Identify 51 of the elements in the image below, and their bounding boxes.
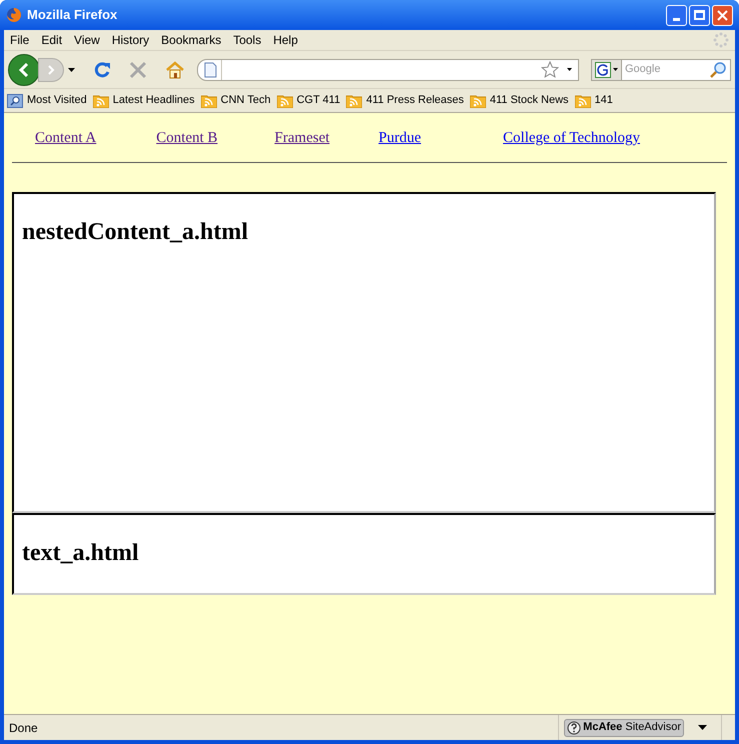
search-engine-icon[interactable]	[595, 62, 611, 78]
nav-link[interactable]: College of Technology	[503, 127, 640, 150]
maximize-button[interactable]	[689, 4, 710, 26]
menu-item[interactable]: Help	[267, 31, 304, 49]
nav-link[interactable]: Content A	[35, 127, 96, 150]
question-mark-icon	[567, 720, 582, 734]
rss-feed-icon	[470, 94, 486, 108]
bookmark-item[interactable]: CNN Tech	[200, 92, 271, 109]
rss-feed-icon	[92, 94, 109, 108]
rss-feed-icon	[346, 94, 362, 108]
search-field[interactable]: Google	[591, 58, 731, 80]
menu-item[interactable]: History	[106, 31, 156, 49]
frame-heading: nestedContent_a.html	[22, 218, 249, 246]
dropdown-arrow-icon[interactable]	[567, 68, 572, 71]
dropdown-arrow-icon[interactable]	[698, 725, 707, 730]
nav-link[interactable]: Content B	[156, 127, 218, 150]
back-button[interactable]	[8, 54, 40, 86]
bookmark-item[interactable]: CGT 411	[276, 92, 340, 109]
browser-logo-icon	[6, 7, 22, 23]
search-icon	[7, 94, 23, 108]
rss-feed-icon	[574, 94, 591, 108]
rss-feed-icon	[276, 94, 293, 108]
menu-item[interactable]: Edit	[35, 31, 68, 49]
nav-link[interactable]: Frameset	[274, 127, 330, 150]
bookmark-item[interactable]: 411 Press Releases	[346, 92, 464, 109]
home-icon[interactable]	[165, 60, 185, 78]
search-input[interactable]: Google	[625, 61, 705, 78]
bookmark-item[interactable]: 411 Stock News	[470, 92, 569, 109]
siteadvisor-button[interactable]: McAfee SiteAdvisor	[564, 718, 684, 736]
menu-item[interactable]: Tools	[227, 31, 268, 49]
star-icon[interactable]	[541, 61, 559, 78]
frame-heading: text_a.html	[22, 538, 140, 568]
bookmark-item[interactable]: Latest Headlines	[92, 92, 195, 109]
close-button[interactable]	[712, 4, 733, 26]
throbber-icon	[713, 32, 729, 48]
bookmark-item[interactable]: 141	[574, 92, 613, 109]
window-title: Mozilla Firefox	[27, 6, 118, 24]
rss-feed-icon	[200, 94, 217, 108]
search-icon[interactable]	[709, 60, 727, 78]
menu-item[interactable]: Bookmarks	[155, 31, 228, 49]
reload-icon[interactable]	[93, 60, 111, 78]
menu-item[interactable]: File	[4, 31, 36, 49]
dropdown-arrow-icon[interactable]	[68, 68, 75, 72]
nav-link[interactable]: Purdue	[378, 127, 422, 150]
status-text: Done	[9, 720, 38, 736]
close-icon	[717, 10, 728, 20]
page-icon	[204, 62, 217, 78]
dropdown-arrow-icon[interactable]	[613, 68, 618, 71]
minimize-button[interactable]	[666, 4, 687, 26]
menu-item[interactable]: View	[68, 31, 106, 49]
bookmark-item[interactable]: Most Visited	[7, 92, 87, 109]
